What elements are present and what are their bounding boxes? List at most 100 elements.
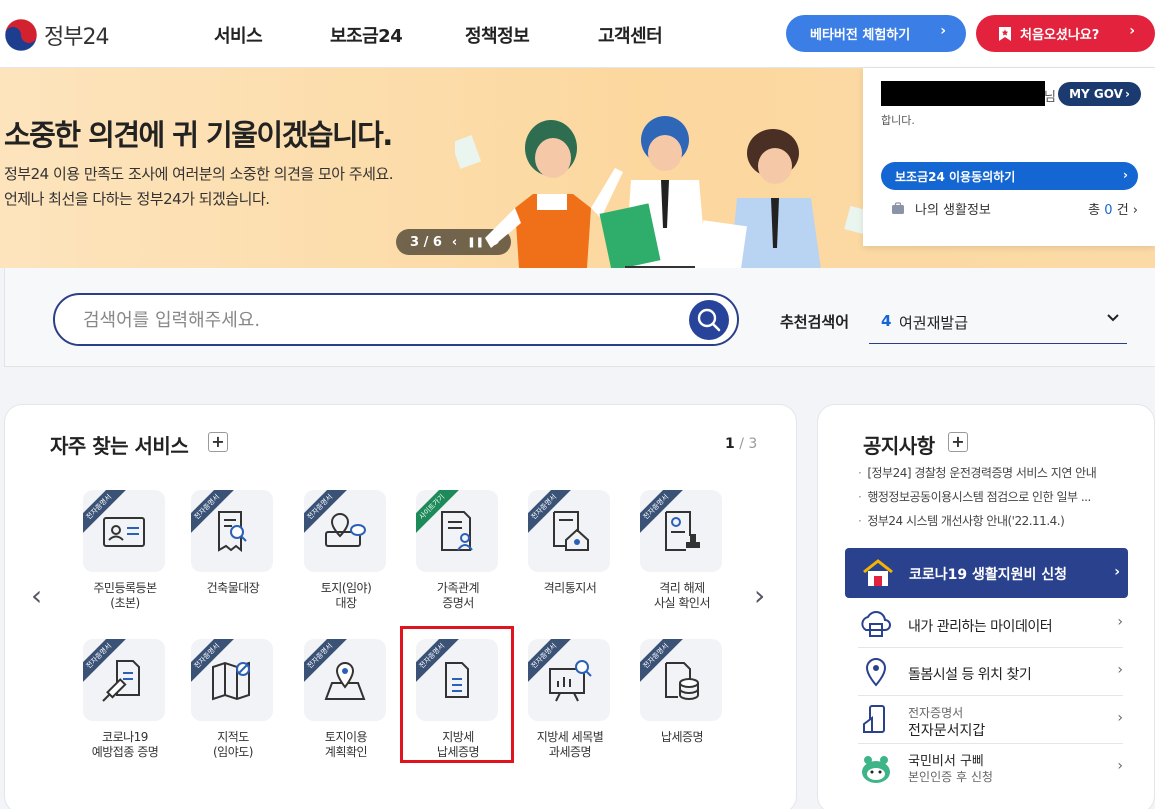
nav-subsidy24[interactable]: 보조금24 bbox=[330, 22, 403, 48]
name-suffix: 님 bbox=[1044, 90, 1056, 105]
subsidy-consent-button[interactable]: 보조금24 이용동의하기 › bbox=[881, 162, 1138, 190]
service-land-register[interactable]: 전자증명서 토지(임야) 대장 bbox=[291, 490, 401, 630]
search-box bbox=[53, 293, 739, 346]
chevron-right-icon: › bbox=[1123, 168, 1128, 182]
greeting-text: 합니다. bbox=[881, 114, 915, 127]
mydata-label: 내가 관리하는 마이데이터 bbox=[908, 619, 1053, 635]
service-quarantine-release[interactable]: 전자증명서 격리 해제 사실 확인서 bbox=[627, 490, 737, 630]
notice-list: [정부24] 경찰청 운전경력증명 서비스 지연 안내 행정정보공동이용시스템 … bbox=[858, 465, 1128, 537]
care-facility-link[interactable]: 돌봄시설 등 위치 찾기 › bbox=[858, 648, 1123, 696]
chevron-right-icon: › bbox=[1124, 87, 1130, 101]
service-tile: 사이트가기 bbox=[416, 490, 498, 572]
service-label: 격리통지서 bbox=[543, 581, 597, 595]
first-visit-button[interactable]: 처음오셨나요? › bbox=[976, 15, 1155, 52]
service-tax-payment-cert[interactable]: 전자증명서 납세증명 bbox=[627, 639, 737, 779]
subsidy-consent-label: 보조금24 이용동의하기 bbox=[895, 169, 1016, 184]
beta-version-button[interactable]: 베타버전 체험하기 › bbox=[786, 15, 966, 52]
e-wallet-link[interactable]: 전자증명서 전자문서지갑 › bbox=[858, 696, 1123, 744]
cloud-data-icon bbox=[861, 611, 891, 637]
service-label: 주민등록등본 (초본) bbox=[93, 581, 157, 610]
service-label: 지적도 (임야도) bbox=[213, 730, 253, 759]
notice-more-button[interactable]: + bbox=[948, 432, 968, 452]
e-wallet-label: 전자문서지갑 bbox=[908, 723, 986, 739]
header: 정부24 서비스 보조금24 정책정보 고객센터 베타버전 체험하기 › 처음오… bbox=[0, 0, 1155, 68]
briefcase-icon bbox=[892, 201, 904, 214]
banner-title: 소중한 의견에 귀 기울이겠습니다. bbox=[4, 118, 393, 152]
chevron-right-icon: › bbox=[940, 23, 946, 39]
gubbi-mascot-icon bbox=[862, 756, 890, 783]
life-info-label: 나의 생활정보 bbox=[915, 202, 991, 218]
recommend-keyword-select[interactable]: 4 여권재발급 bbox=[869, 304, 1127, 344]
chevron-right-icon: › bbox=[1117, 662, 1123, 678]
document-stamp-icon bbox=[665, 511, 700, 551]
presentation-chart-icon bbox=[549, 660, 592, 702]
life-info-count: 총 0 건 › bbox=[1088, 203, 1138, 218]
nav-customer-center[interactable]: 고객센터 bbox=[598, 22, 663, 48]
service-tile: 전자증명서 bbox=[83, 490, 165, 572]
service-family-relation[interactable]: 사이트가기 가족관계 증명서 bbox=[403, 490, 513, 630]
mygov-panel: 님 MY GOV › 합니다. 보조금24 이용동의하기 › 나의 생활정보 총… bbox=[863, 68, 1155, 246]
nav-services[interactable]: 서비스 bbox=[214, 22, 263, 48]
care-facility-label: 돌봄시설 등 위치 찾기 bbox=[908, 667, 1032, 683]
beta-version-label: 베타버전 체험하기 bbox=[810, 28, 911, 43]
search-button[interactable] bbox=[689, 300, 729, 340]
service-covid-vaccination[interactable]: 전자증명서 코로나19 예방접종 증명 bbox=[70, 639, 180, 779]
chevron-right-icon: › bbox=[1114, 564, 1120, 580]
notice-item[interactable]: 행정정보공동이용시스템 점검으로 인한 일부 ... bbox=[858, 489, 1128, 513]
vaccine-syringe-icon bbox=[102, 660, 140, 702]
chevron-right-icon: › bbox=[1117, 614, 1123, 630]
gubbi-secretary-link[interactable]: 국민비서 구삐 본인인증 후 신청 › bbox=[858, 744, 1123, 792]
chevron-right-icon: › bbox=[1129, 23, 1135, 39]
service-cadastral-map[interactable]: 전자증명서 지적도 (임야도) bbox=[178, 639, 288, 779]
banner-illustration bbox=[455, 116, 870, 268]
map-pin-chat-icon bbox=[325, 512, 366, 547]
service-building-register[interactable]: 전자증명서 건축물대장 bbox=[178, 490, 288, 630]
service-tile: 전자증명서 bbox=[304, 490, 386, 572]
service-quarantine-notice[interactable]: 전자증명서 격리통지서 bbox=[515, 490, 625, 630]
service-label: 지방세 세목별 과세증명 bbox=[536, 730, 604, 759]
folded-map-icon bbox=[212, 661, 250, 701]
notice-item[interactable]: [정부24] 경찰청 운전경력증명 서비스 지연 안내 bbox=[858, 465, 1128, 489]
first-visit-label: 처음오셨나요? bbox=[1020, 28, 1100, 43]
service-tile: 전자증명서 bbox=[528, 639, 610, 721]
service-label: 코로나19 예방접종 증명 bbox=[91, 730, 159, 759]
redacted-username bbox=[881, 81, 1045, 106]
pager-total: / 3 bbox=[739, 436, 758, 452]
frequent-services-pager: 1 / 3 bbox=[725, 436, 757, 452]
notice-item[interactable]: 정부24 시스템 개선사항 안내('22.11.4.) bbox=[858, 513, 1128, 537]
slide-indicator: 3 / 6 bbox=[410, 234, 442, 250]
search-section: 추천검색어 4 여권재발급 bbox=[4, 268, 1155, 367]
frequent-services-more-button[interactable]: + bbox=[208, 432, 228, 452]
mydata-link[interactable]: 내가 관리하는 마이데이터 › bbox=[858, 600, 1123, 648]
next-page-arrow-icon[interactable]: › bbox=[754, 579, 765, 612]
phone-document-icon bbox=[863, 705, 885, 733]
search-input[interactable] bbox=[83, 308, 663, 332]
nav-policy-info[interactable]: 정책정보 bbox=[465, 22, 530, 48]
recommend-term: 여권재발급 bbox=[899, 314, 969, 332]
bookmark-star-icon bbox=[999, 26, 1011, 41]
notice-panel: 공지사항 + [정부24] 경찰청 운전경력증명 서비스 지연 안내 행정정보공… bbox=[817, 404, 1155, 809]
document-coins-icon bbox=[665, 662, 699, 700]
service-tile: 전자증명서 bbox=[640, 490, 722, 572]
service-tile: 전자증명서 bbox=[640, 639, 722, 721]
service-tile: 전자증명서 bbox=[83, 639, 165, 721]
chevron-right-icon: › bbox=[1132, 203, 1138, 218]
mygov-button[interactable]: MY GOV › bbox=[1058, 82, 1141, 106]
prev-page-arrow-icon[interactable]: ‹ bbox=[31, 579, 42, 612]
service-tile: 전자증명서 bbox=[191, 490, 273, 572]
service-local-tax-itemized[interactable]: 전자증명서 지방세 세목별 과세증명 bbox=[515, 639, 625, 779]
service-label: 토지이용 계획확인 bbox=[324, 730, 368, 759]
search-icon bbox=[697, 308, 721, 332]
service-tile: 전자증명서 bbox=[191, 639, 273, 721]
life-info-row[interactable]: 나의 생활정보 총 0 건 › bbox=[891, 198, 1138, 218]
service-land-use-plan[interactable]: 전자증명서 토지이용 계획확인 bbox=[291, 639, 401, 779]
service-tile: 전자증명서 bbox=[528, 490, 610, 572]
recommend-label: 추천검색어 bbox=[780, 313, 850, 331]
chevron-right-icon: › bbox=[1117, 758, 1123, 774]
e-wallet-sub: 전자증명서 bbox=[908, 706, 964, 720]
service-resident-registration[interactable]: 전자증명서 주민등록등본 (초본) bbox=[70, 490, 180, 630]
frequent-services-title: 자주 찾는 서비스 bbox=[50, 434, 189, 458]
chevron-down-icon bbox=[1107, 314, 1119, 322]
covid-support-button[interactable]: 코로나19 생활지원비 신청 › bbox=[845, 548, 1128, 598]
service-label: 건축물대장 bbox=[206, 581, 260, 595]
